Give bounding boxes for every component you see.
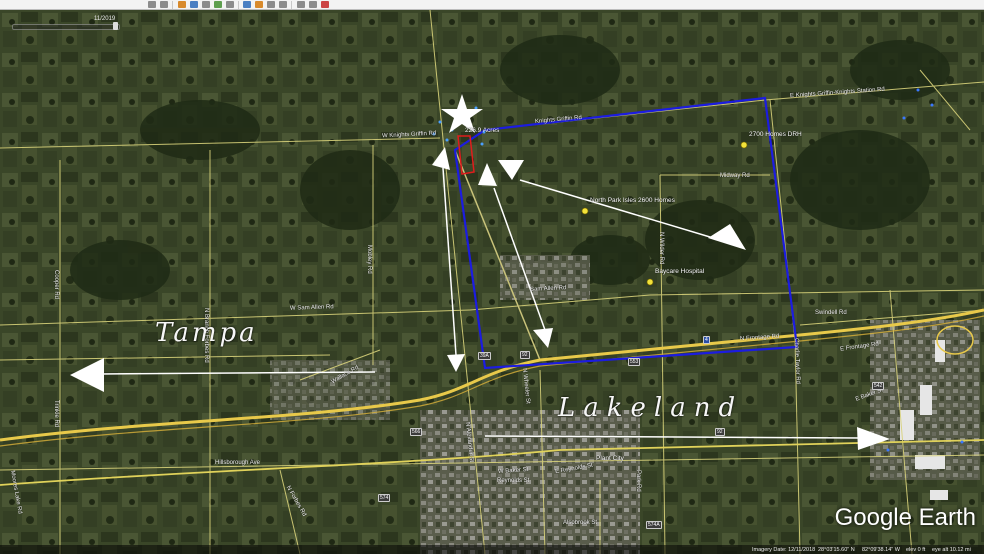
route-shield-92b: 92 bbox=[715, 428, 725, 436]
google-earth-window: 11/2019 W Knights Griffin Rd Knights Gri… bbox=[0, 0, 984, 554]
imagery-date: Imagery Date: 12/11/2018 bbox=[752, 547, 816, 553]
annotation-tampa: Tampa bbox=[155, 318, 258, 348]
road-label-reynolds: Reynolds St bbox=[497, 478, 530, 484]
route-shield-553: 553 bbox=[628, 358, 641, 366]
road-label-mobley: Mobley Rd bbox=[366, 245, 372, 274]
toolbar-divider bbox=[238, 1, 239, 9]
placemark-icon[interactable] bbox=[178, 1, 186, 8]
status-bar: Imagery Date: 12/11/2018 28°03'15.60" N … bbox=[0, 545, 984, 554]
email-icon[interactable] bbox=[297, 1, 305, 8]
sun-icon[interactable] bbox=[255, 1, 263, 8]
overlay-icon[interactable] bbox=[214, 1, 222, 8]
route-shield-92: 92 bbox=[520, 351, 530, 359]
nav-icon[interactable] bbox=[148, 1, 156, 8]
longitude-readout: 82°09'38.14" W bbox=[862, 547, 900, 553]
google-earth-logo: Google Earth bbox=[834, 504, 976, 531]
placemark-label-acres[interactable]: 226.9 Acres bbox=[465, 127, 499, 135]
route-shield-574a: 574A bbox=[646, 521, 662, 529]
history-icon[interactable] bbox=[243, 1, 251, 8]
slider-track[interactable] bbox=[12, 24, 120, 30]
road-label-wilder: N Wilder Rd bbox=[658, 232, 664, 265]
road-label-hillsborough: Hillsborough Ave bbox=[215, 460, 260, 466]
path-icon[interactable] bbox=[202, 1, 210, 8]
route-shield-542: 542 bbox=[872, 382, 885, 390]
placemark-label-baycare[interactable]: Baycare Hospital bbox=[655, 268, 704, 276]
toolbar-divider bbox=[291, 1, 292, 9]
road-label-park: Park Rd bbox=[635, 470, 641, 492]
route-shield-566: 566 bbox=[410, 428, 423, 436]
sidebar-toggle-icon[interactable] bbox=[160, 1, 168, 8]
city-label-plant-city: Plant City bbox=[596, 455, 624, 462]
interstate-shield: 4 bbox=[703, 336, 710, 344]
toolbar-divider bbox=[172, 1, 173, 9]
maps-icon[interactable] bbox=[321, 1, 329, 8]
latitude-readout: 28°03'15.60" N bbox=[818, 547, 855, 553]
elevation-readout: elev 0 ft bbox=[906, 547, 926, 553]
road-label-midway: Midway Rd bbox=[720, 173, 750, 179]
slider-thumb[interactable] bbox=[113, 22, 118, 30]
placemark-label-drh[interactable]: 2700 Homes DRH bbox=[749, 131, 802, 139]
slider-date: 11/2019 bbox=[94, 16, 116, 22]
road-label-trinkle: Trinkle Rd bbox=[53, 400, 59, 428]
road-label-cooper: Cooper Rd bbox=[53, 270, 59, 300]
planets-icon[interactable] bbox=[267, 1, 275, 8]
annotation-lakeland: Lakeland bbox=[558, 393, 744, 423]
placemark-label-north-park[interactable]: North Park Isles 2600 Homes bbox=[590, 197, 675, 205]
ruler-icon[interactable] bbox=[279, 1, 287, 8]
tour-icon[interactable] bbox=[226, 1, 234, 8]
historical-imagery-slider[interactable]: 11/2019 bbox=[8, 16, 124, 30]
route-shield-574: 574 bbox=[378, 494, 391, 502]
toolbar bbox=[0, 0, 984, 10]
polygon-icon[interactable] bbox=[190, 1, 198, 8]
road-label-alsobrook: Alsobrook St bbox=[563, 520, 598, 526]
road-label-swindell: Swindell Rd bbox=[815, 310, 847, 316]
eye-altitude-readout: eye alt 10.12 mi bbox=[932, 547, 971, 553]
print-icon[interactable] bbox=[309, 1, 317, 8]
route-shield-39a: 39A bbox=[478, 352, 491, 360]
